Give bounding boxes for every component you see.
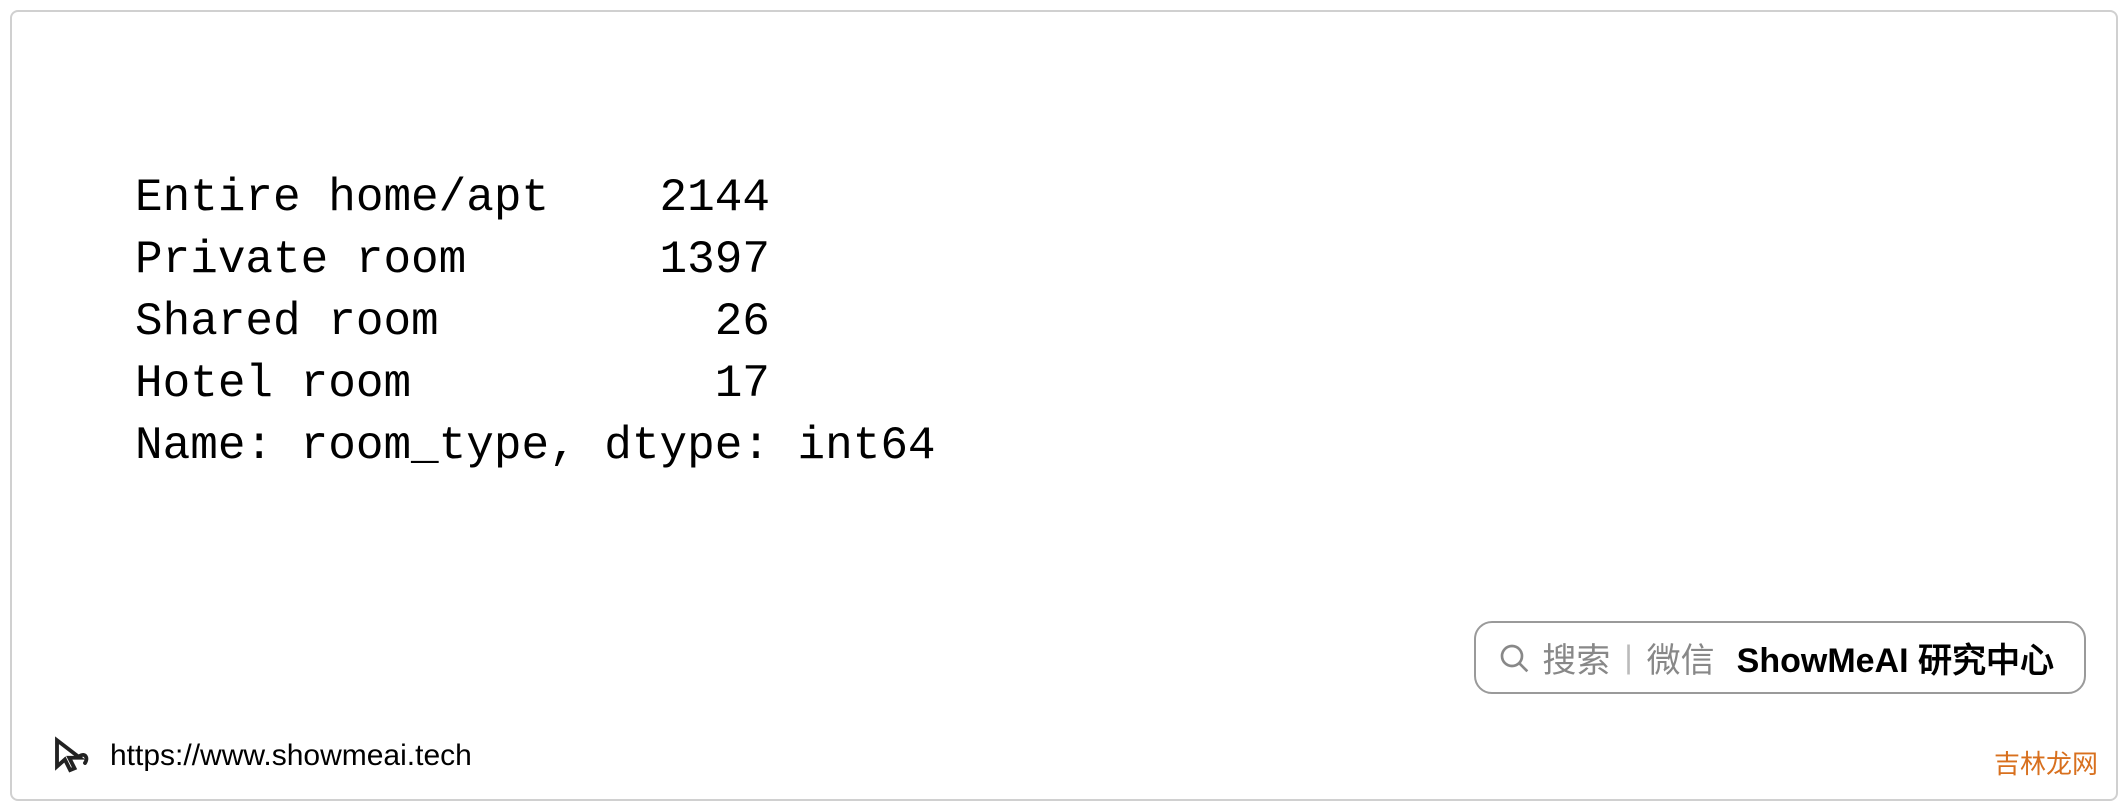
output-row: Hotel room 17 — [135, 358, 770, 410]
row-label: Shared room — [135, 296, 439, 348]
row-value: 26 — [715, 296, 770, 348]
row-label: Private room — [135, 234, 466, 286]
content-frame: Entire home/apt 2144 Private room 1397 S… — [10, 10, 2118, 801]
search-icon — [1498, 642, 1530, 674]
cursor-icon — [50, 735, 92, 777]
source-watermark: 吉林龙网 — [1994, 744, 2098, 781]
row-value: 1397 — [660, 234, 770, 286]
output-row: Shared room 26 — [135, 296, 770, 348]
output-row: Entire home/apt 2144 — [135, 172, 770, 224]
footer: https://www.showmeai.tech — [50, 735, 472, 777]
url-link[interactable]: https://www.showmeai.tech — [110, 739, 472, 773]
search-label: 搜索 — [1542, 633, 1610, 682]
search-badge[interactable]: 搜索 | 微信 ShowMeAI 研究中心 — [1474, 621, 2086, 694]
output-meta: Name: room_type, dtype: int64 — [135, 420, 936, 472]
row-label: Entire home/apt — [135, 172, 549, 224]
pandas-output: Entire home/apt 2144 Private room 1397 S… — [135, 167, 936, 477]
divider: | — [1624, 639, 1632, 676]
row-label: Hotel room — [135, 358, 411, 410]
output-row: Private room 1397 — [135, 234, 770, 286]
wechat-label: 微信 — [1647, 633, 1715, 682]
row-value: 2144 — [660, 172, 770, 224]
row-value: 17 — [715, 358, 770, 410]
brand-label: ShowMeAI 研究中心 — [1737, 633, 2054, 682]
